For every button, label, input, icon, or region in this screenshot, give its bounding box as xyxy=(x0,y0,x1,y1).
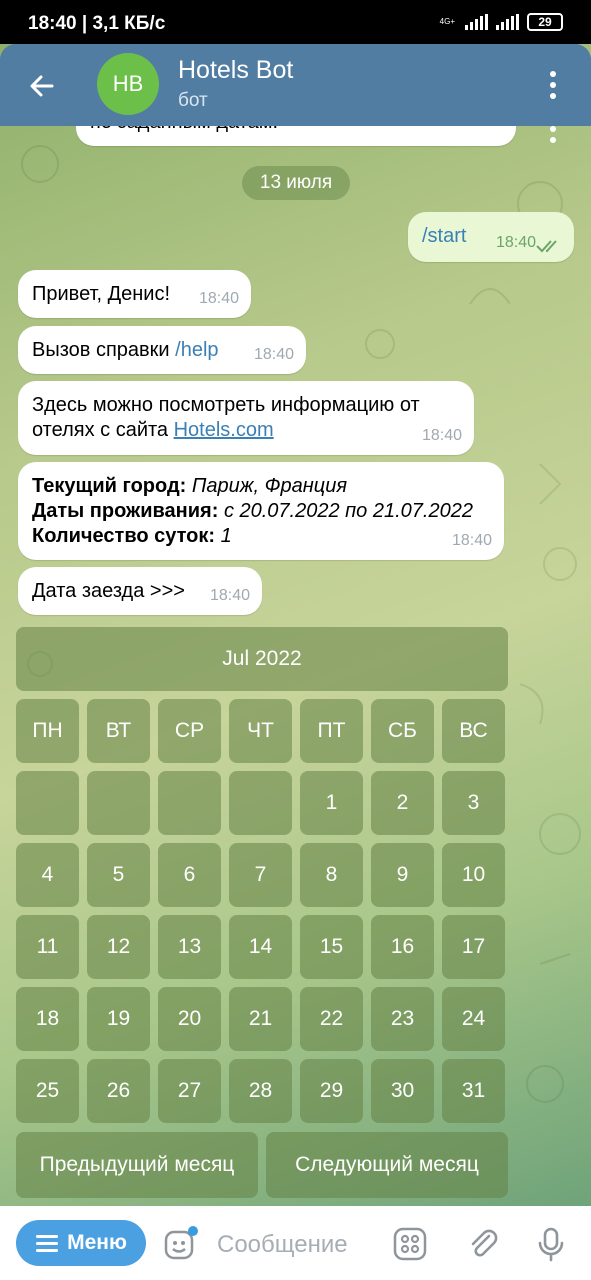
message-time: 18:40 xyxy=(421,427,462,444)
weekday-tue[interactable]: ВТ xyxy=(87,699,150,763)
day-button[interactable]: 7 xyxy=(229,843,292,907)
weekday-thu[interactable]: ЧТ xyxy=(229,699,292,763)
attach-paperclip-icon[interactable] xyxy=(465,1226,501,1262)
message-summary[interactable]: Текущий город: Париж, Франция Даты прожи… xyxy=(18,462,504,560)
command-start[interactable]: /start xyxy=(422,225,466,247)
day-button[interactable]: 12 xyxy=(87,915,150,979)
weekday-sun[interactable]: ВС xyxy=(442,699,505,763)
nights-label: Количество суток: xyxy=(32,525,216,547)
day-button[interactable]: 3 xyxy=(442,771,505,835)
status-time: 18:40 | 3,1 КБ/с xyxy=(28,13,166,34)
day-button[interactable]: 27 xyxy=(158,1059,221,1123)
hotels-link[interactable]: Hotels.com xyxy=(174,419,274,441)
previous-month-button[interactable]: Предыдущий месяц xyxy=(16,1132,258,1198)
day-button[interactable]: 19 xyxy=(87,987,150,1051)
bot-keyboard-icon[interactable] xyxy=(392,1226,428,1262)
dates-label: Даты проживания: xyxy=(32,500,219,522)
day-button[interactable]: 11 xyxy=(16,915,79,979)
message-time: 18:40 xyxy=(253,346,294,363)
dates-value: с 20.07.2022 по 21.07.2022 xyxy=(218,500,473,522)
chat-title[interactable]: Hotels Bot xyxy=(178,56,293,85)
day-button-empty[interactable] xyxy=(87,771,150,835)
message-outgoing[interactable]: /start 18:40 xyxy=(408,212,574,262)
day-button[interactable]: 22 xyxy=(300,987,363,1051)
day-button[interactable]: 4 xyxy=(16,843,79,907)
city-label: Текущий город: xyxy=(32,475,187,497)
hamburger-icon xyxy=(36,1235,59,1252)
day-button[interactable]: 24 xyxy=(442,987,505,1051)
sticker-emoji-icon[interactable] xyxy=(162,1226,198,1262)
message-time: 18:40 xyxy=(209,587,250,604)
day-button-empty[interactable] xyxy=(16,771,79,835)
day-button[interactable]: 17 xyxy=(442,915,505,979)
message-input[interactable]: Сообщение xyxy=(217,1231,348,1259)
message-text: Вызов справки xyxy=(32,339,176,361)
day-button[interactable]: 23 xyxy=(371,987,434,1051)
message-info[interactable]: Здесь можно посмотреть информацию от оте… xyxy=(18,381,474,455)
day-button-empty[interactable] xyxy=(158,771,221,835)
double-check-icon xyxy=(536,240,557,253)
day-button[interactable]: 26 xyxy=(87,1059,150,1123)
date-separator: 13 июля xyxy=(242,166,350,200)
back-arrow-icon[interactable] xyxy=(24,68,60,104)
weekday-mon[interactable]: ПН xyxy=(16,699,79,763)
more-menu-icon[interactable] xyxy=(545,70,561,100)
city-value: Париж, Франция xyxy=(186,475,347,497)
command-help[interactable]: /help xyxy=(175,339,218,361)
bot-avatar[interactable]: HB xyxy=(97,53,159,115)
calendar-month-button[interactable]: Jul 2022 xyxy=(16,627,508,691)
microphone-icon[interactable] xyxy=(533,1226,569,1262)
day-button[interactable]: 18 xyxy=(16,987,79,1051)
message-input-bar: Меню Сообщение xyxy=(0,1206,591,1280)
day-button[interactable]: 9 xyxy=(371,843,434,907)
day-button[interactable]: 2 xyxy=(371,771,434,835)
day-button[interactable]: 21 xyxy=(229,987,292,1051)
day-button[interactable]: 29 xyxy=(300,1059,363,1123)
day-button[interactable]: 31 xyxy=(442,1059,505,1123)
next-month-button[interactable]: Следующий месяц xyxy=(266,1132,508,1198)
day-button[interactable]: 10 xyxy=(442,843,505,907)
day-button[interactable]: 5 xyxy=(87,843,150,907)
day-button[interactable]: 28 xyxy=(229,1059,292,1123)
day-button[interactable]: 8 xyxy=(300,843,363,907)
status-icons: 4G+ 29 xyxy=(440,13,563,31)
message-text: Привет, Денис! xyxy=(32,283,171,305)
message-checkin[interactable]: Дата заезда >>> 18:40 xyxy=(18,567,262,615)
weekday-sat[interactable]: СБ xyxy=(371,699,434,763)
day-button-empty[interactable] xyxy=(229,771,292,835)
weekday-wed[interactable]: СР xyxy=(158,699,221,763)
message-time: 18:40 xyxy=(198,290,239,307)
signal-icon-2 xyxy=(496,14,519,30)
day-button[interactable]: 30 xyxy=(371,1059,434,1123)
menu-label: Меню xyxy=(67,1231,127,1254)
message-greeting[interactable]: Привет, Денис! 18:40 xyxy=(18,270,251,318)
weekday-fri[interactable]: ПТ xyxy=(300,699,363,763)
day-button[interactable]: 6 xyxy=(158,843,221,907)
battery-icon: 29 xyxy=(527,13,563,31)
day-button[interactable]: 14 xyxy=(229,915,292,979)
day-button[interactable]: 16 xyxy=(371,915,434,979)
message-text-line1: Здесь можно посмотреть информацию от xyxy=(32,394,420,416)
network-type-label: 4G+ xyxy=(439,17,455,26)
message-text: Дата заезда >>> xyxy=(32,580,185,602)
message-time: 18:40 xyxy=(495,234,536,251)
message-help[interactable]: Вызов справки /help 18:40 xyxy=(18,326,306,374)
bot-menu-button[interactable]: Меню xyxy=(16,1220,146,1266)
status-bar: 18:40 | 3,1 КБ/с 4G+ 29 xyxy=(0,0,591,44)
day-button[interactable]: 13 xyxy=(158,915,221,979)
message-text-line2: отелях с сайта xyxy=(32,419,174,441)
day-button[interactable]: 1 xyxy=(300,771,363,835)
message-time: 18:40 xyxy=(451,532,492,549)
day-button[interactable]: 15 xyxy=(300,915,363,979)
signal-icon xyxy=(465,14,488,30)
header-overlay xyxy=(0,44,591,126)
nights-value: 1 xyxy=(215,525,232,547)
day-button[interactable]: 20 xyxy=(158,987,221,1051)
chat-subtitle: бот xyxy=(178,90,208,111)
day-button[interactable]: 25 xyxy=(16,1059,79,1123)
